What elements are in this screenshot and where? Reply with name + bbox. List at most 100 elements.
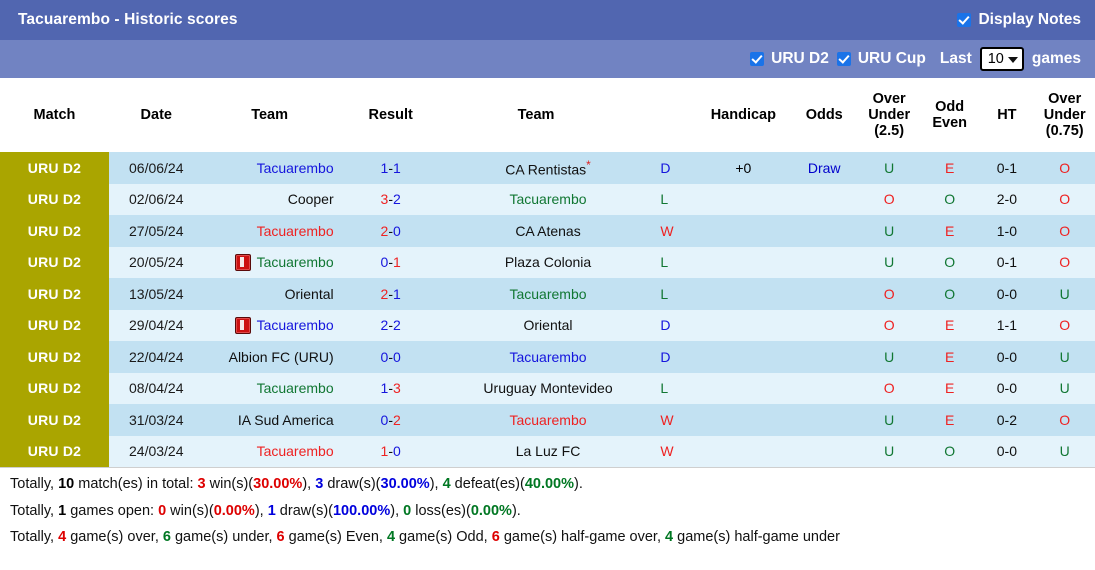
league-badge[interactable]: URU D2	[0, 278, 109, 310]
filter-league-uru-cup[interactable]: URU Cup	[836, 50, 926, 68]
handicap-value	[696, 435, 791, 467]
away-score: 2	[392, 317, 401, 334]
away-team-cell[interactable]: Uruguay Montevideo	[445, 372, 651, 404]
away-team-cell[interactable]: CA Rentistas*	[445, 152, 651, 184]
odds-value[interactable]	[790, 183, 859, 215]
odds-value[interactable]	[790, 341, 859, 373]
home-team-cell[interactable]: Oriental	[203, 278, 336, 310]
odds-value[interactable]: Draw	[790, 152, 859, 184]
over-under-075-value: U	[1034, 278, 1095, 310]
table-row[interactable]: URU D2 20/05/24 Tacuarembo 0-1 Plaza Colonia…	[0, 246, 1095, 278]
col-header-ht[interactable]: HT	[979, 78, 1035, 152]
table-row[interactable]: URU D2 22/04/24 Albion FC (URU) 0-0 Tacuarem…	[0, 341, 1095, 373]
home-team-cell[interactable]: Tacuarembo	[203, 152, 336, 184]
result-score[interactable]: 3-2	[335, 183, 446, 215]
away-team-cell[interactable]: Tacuarembo	[445, 341, 651, 373]
oddeven-letter: O	[944, 285, 956, 302]
table-row[interactable]: URU D2 13/05/24 Oriental 2-1 Tacuarembo L O O 0-…	[0, 278, 1095, 310]
col-header-odds[interactable]: Odds	[790, 78, 859, 152]
odds-value[interactable]	[790, 309, 859, 341]
col-header-odd-even[interactable]: Odd Even	[919, 78, 980, 152]
col-header-home-team[interactable]: Team	[203, 78, 336, 152]
col-header-result[interactable]: Result	[335, 78, 446, 152]
home-team-cell[interactable]: Tacuarembo	[203, 246, 336, 278]
col-header-date[interactable]: Date	[108, 78, 204, 152]
ou25-letter: O	[883, 317, 895, 334]
league-badge[interactable]: URU D2	[0, 215, 109, 247]
odds-value[interactable]	[790, 215, 859, 247]
table-row[interactable]: URU D2 08/04/24 Tacuarembo 1-3 Uruguay Monte…	[0, 372, 1095, 404]
away-team-cell[interactable]: CA Atenas	[445, 215, 651, 247]
result-score[interactable]: 1-3	[335, 372, 446, 404]
summary-line-open: Totally, 1 games open: 0 win(s)(0.00%), …	[10, 503, 1085, 520]
result-score[interactable]: 1-1	[335, 152, 446, 184]
league-badge[interactable]: URU D2	[0, 183, 109, 215]
uru-d2-checkbox[interactable]	[750, 52, 765, 66]
league-badge[interactable]: URU D2	[0, 435, 109, 467]
league-badge[interactable]: URU D2	[0, 152, 109, 184]
away-team-name: CA Atenas	[515, 222, 581, 239]
oddeven-letter: O	[944, 443, 956, 460]
table-row[interactable]: URU D2 29/04/24 Tacuarembo 2-2 Oriental D O E 1-…	[0, 309, 1095, 341]
away-team-cell[interactable]: Tacuarembo	[445, 404, 651, 436]
result-score[interactable]: 0-2	[335, 404, 446, 436]
ou25-letter: U	[884, 411, 895, 428]
red-card-icon	[234, 253, 251, 271]
filter-league-uru-d2[interactable]: URU D2	[750, 50, 829, 68]
home-team-cell[interactable]: Tacuarembo	[203, 372, 336, 404]
summary-prefix: Totally,	[10, 502, 59, 519]
league-badge[interactable]: URU D2	[0, 372, 109, 404]
uru-cup-checkbox[interactable]	[836, 52, 851, 66]
away-team-cell[interactable]: Tacuarembo	[445, 278, 651, 310]
result-score[interactable]: 2-1	[335, 278, 446, 310]
odds-value[interactable]	[790, 372, 859, 404]
summary-total-matches: 10	[58, 476, 75, 492]
odds-value[interactable]	[790, 278, 859, 310]
home-team-cell[interactable]: Cooper	[203, 183, 336, 215]
table-row[interactable]: URU D2 31/03/24 IA Sud America 0-2 Tacuaremb…	[0, 404, 1095, 436]
summary-text: loss(es)(	[411, 502, 471, 519]
table-row[interactable]: URU D2 24/03/24 Tacuarembo 1-0 La Luz FC W U O 0…	[0, 435, 1095, 467]
result-score[interactable]: 2-2	[335, 309, 446, 341]
result-score[interactable]: 0-1	[335, 246, 446, 278]
ou25-letter: U	[884, 254, 895, 271]
result-score[interactable]: 0-0	[335, 341, 446, 373]
games-count-select[interactable]: 10	[979, 47, 1024, 71]
table-row[interactable]: URU D2 27/05/24 Tacuarembo 2-0 CA Atenas W U E 1…	[0, 215, 1095, 247]
home-team-cell[interactable]: Tacuarembo	[203, 435, 336, 467]
col-header-match[interactable]: Match	[0, 78, 109, 152]
odds-value[interactable]	[790, 435, 859, 467]
col-header-handicap[interactable]: Handicap	[696, 78, 791, 152]
over-under-25-value: U	[858, 246, 920, 278]
over-under-25-value: U	[858, 215, 920, 247]
table-row[interactable]: URU D2 06/06/24 Tacuarembo 1-1 CA Rentistas*…	[0, 152, 1095, 184]
away-team-cell[interactable]: Oriental	[445, 309, 651, 341]
odds-value[interactable]	[790, 246, 859, 278]
home-team-wrap: Tacuarembo	[206, 253, 334, 271]
col-header-away-team[interactable]: Team	[445, 78, 651, 152]
result-score[interactable]: 1-0	[335, 435, 446, 467]
ou075-letter: O	[1059, 254, 1071, 271]
display-notes-checkbox[interactable]	[957, 13, 972, 27]
home-team-cell[interactable]: IA Sud America	[203, 404, 336, 436]
result-score[interactable]: 2-0	[335, 215, 446, 247]
home-team-cell[interactable]: Tacuarembo	[203, 215, 336, 247]
wdl-indicator: L	[650, 372, 697, 404]
home-team-cell[interactable]: Tacuarembo	[203, 309, 336, 341]
league-badge[interactable]: URU D2	[0, 309, 109, 341]
display-notes-toggle[interactable]: Display Notes	[957, 11, 1081, 29]
league-badge[interactable]: URU D2	[0, 341, 109, 373]
ou075-letter: O	[1059, 317, 1071, 334]
league-badge[interactable]: URU D2	[0, 246, 109, 278]
away-team-cell[interactable]: Plaza Colonia	[445, 246, 651, 278]
home-team-cell[interactable]: Albion FC (URU)	[203, 341, 336, 373]
away-team-cell[interactable]: La Luz FC	[445, 435, 651, 467]
col-header-over-under-25[interactable]: Over Under (2.5)	[858, 78, 920, 152]
col-header-over-under-075[interactable]: Over Under (0.75)	[1034, 78, 1095, 152]
league-badge[interactable]: URU D2	[0, 404, 109, 436]
odds-value[interactable]	[790, 404, 859, 436]
away-score: 0	[392, 443, 401, 460]
away-team-cell[interactable]: Tacuarembo	[445, 183, 651, 215]
table-row[interactable]: URU D2 02/06/24 Cooper 3-2 Tacuarembo L O O 2-0 O	[0, 183, 1095, 215]
ou25-line2: Under	[868, 106, 911, 123]
